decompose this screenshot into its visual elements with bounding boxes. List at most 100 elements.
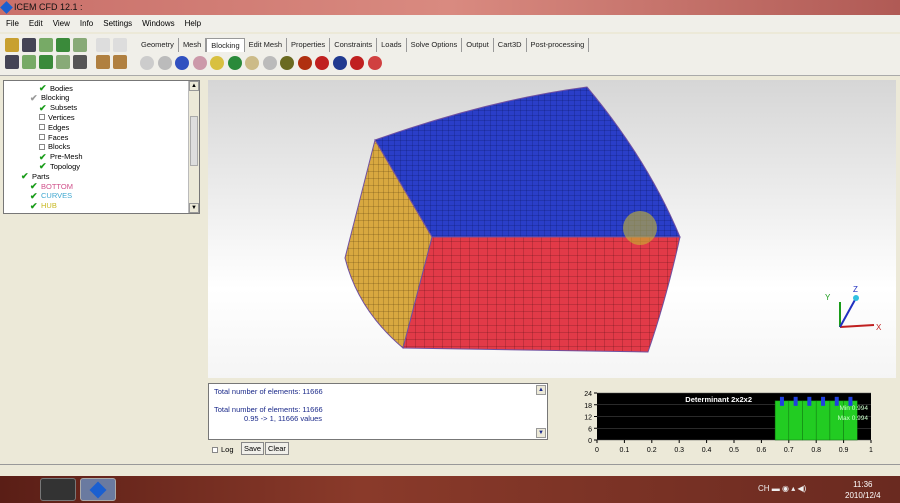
scroll-up-button[interactable]: ▲ bbox=[536, 385, 546, 395]
tree-scrollbar[interactable]: ▲ ▼ bbox=[188, 81, 199, 213]
toolbar-tool-icon[interactable] bbox=[73, 38, 87, 52]
tab-post-processing[interactable]: Post-processing bbox=[527, 38, 590, 52]
toolbar-tool-icon[interactable] bbox=[39, 55, 53, 69]
menu-windows[interactable]: Windows bbox=[142, 19, 174, 28]
tab-solve-options[interactable]: Solve Options bbox=[407, 38, 463, 52]
save-button[interactable]: Save bbox=[241, 442, 265, 455]
tree-item[interactable]: ✔ BOTTOM bbox=[30, 181, 73, 191]
tab-loads[interactable]: Loads bbox=[377, 38, 407, 52]
partial-check-icon[interactable]: ✔ bbox=[30, 93, 38, 102]
blocking-tool-icon[interactable] bbox=[280, 56, 294, 70]
tree-item[interactable]: ✔ Topology bbox=[39, 161, 80, 171]
tree-item[interactable]: ✔ Subsets bbox=[39, 103, 77, 113]
checkmark-icon[interactable]: ✔ bbox=[30, 201, 38, 210]
checkmark-icon[interactable]: ✔ bbox=[30, 191, 38, 200]
checkmark-icon[interactable]: ✔ bbox=[21, 172, 29, 181]
tree-item[interactable]: Vertices bbox=[39, 112, 75, 122]
tab-cart3d[interactable]: Cart3D bbox=[494, 38, 527, 52]
menu-info[interactable]: Info bbox=[80, 19, 93, 28]
blocking-tool-icon[interactable] bbox=[367, 56, 382, 70]
toolbar-tool-icon[interactable] bbox=[5, 55, 19, 69]
tree-item[interactable]: ✔ CURVES bbox=[30, 191, 72, 201]
toolbar-tool-icon[interactable] bbox=[56, 55, 70, 69]
checkmark-icon[interactable]: ✔ bbox=[30, 182, 38, 191]
blocking-tool-icon[interactable] bbox=[262, 56, 277, 70]
tab-constraints[interactable]: Constraints bbox=[330, 38, 378, 52]
tree-item[interactable]: ✔ Parts bbox=[21, 171, 50, 181]
checkbox[interactable] bbox=[39, 134, 45, 140]
taskbar-icem-button[interactable] bbox=[80, 478, 116, 501]
bar-marker bbox=[779, 396, 784, 406]
checkmark-icon[interactable]: ✔ bbox=[39, 84, 47, 93]
graphics-viewport[interactable]: Y Z X bbox=[208, 80, 896, 378]
mesh-model: Y Z X bbox=[344, 86, 882, 353]
window-title: ICEM CFD 12.1 : bbox=[14, 2, 83, 12]
toolbar-tool-icon[interactable] bbox=[39, 38, 53, 52]
toolbar-tool-icon[interactable] bbox=[22, 55, 36, 69]
histogram-bar bbox=[788, 400, 803, 441]
tab-edit-mesh[interactable]: Edit Mesh bbox=[245, 38, 287, 52]
tree-item[interactable]: Blocks bbox=[39, 142, 70, 152]
menu-edit[interactable]: Edit bbox=[29, 19, 43, 28]
tree-item[interactable]: ✔ Pre-Mesh bbox=[39, 152, 83, 162]
undo-icon[interactable] bbox=[96, 38, 110, 52]
tab-blocking[interactable]: Blocking bbox=[206, 38, 245, 52]
message-line: Total number of elements: 11666 bbox=[214, 405, 323, 414]
menu-settings[interactable]: Settings bbox=[103, 19, 132, 28]
scroll-thumb[interactable] bbox=[190, 116, 198, 166]
blocking-tool-icon[interactable] bbox=[227, 56, 242, 70]
toolbar-tool-icon[interactable] bbox=[5, 38, 19, 52]
blocking-tool-icon[interactable] bbox=[350, 56, 364, 70]
model-tree[interactable]: ▲ ▼ ✔ Bodies ✔ Blocking ✔ Subsets Vertices Edge… bbox=[3, 80, 200, 214]
blocking-tool-icon[interactable] bbox=[157, 56, 172, 70]
checkmark-icon[interactable]: ✔ bbox=[39, 162, 47, 171]
message-window[interactable]: Total number of elements: 11666 Total nu… bbox=[208, 383, 548, 440]
tab-properties[interactable]: Properties bbox=[287, 38, 331, 52]
checkbox[interactable] bbox=[39, 143, 45, 150]
tab-geometry[interactable]: Geometry bbox=[137, 38, 179, 52]
scroll-down-button[interactable]: ▼ bbox=[536, 428, 546, 438]
tray-icons[interactable]: CH ▬ ◉ ▴ ◀) bbox=[758, 484, 806, 493]
blocking-tool-icon[interactable] bbox=[297, 56, 312, 70]
blocking-tool-icon[interactable] bbox=[245, 56, 259, 70]
clear-button[interactable]: Clear bbox=[265, 442, 289, 455]
menu-view[interactable]: View bbox=[53, 19, 70, 28]
toolbar-tool-icon[interactable] bbox=[22, 38, 36, 52]
menu-help[interactable]: Help bbox=[185, 19, 201, 28]
tree-item[interactable]: ✔ Blocking bbox=[30, 93, 69, 103]
tree-item[interactable]: ✔ HUB bbox=[30, 201, 57, 211]
taskbar-terminal-button[interactable] bbox=[40, 478, 76, 501]
scroll-up-button[interactable]: ▲ bbox=[189, 81, 199, 91]
toolbar-tool-icon[interactable] bbox=[56, 38, 70, 52]
taskbar: CH ▬ ◉ ▴ ◀) 11:36 2010/12/4 bbox=[0, 476, 900, 503]
blocking-tool-icon[interactable] bbox=[175, 56, 189, 70]
view-tool-icon[interactable] bbox=[96, 55, 110, 69]
tab-output[interactable]: Output bbox=[462, 38, 494, 52]
x-tick-label: 0.3 bbox=[674, 447, 684, 454]
checkbox[interactable] bbox=[212, 446, 218, 453]
checkmark-icon[interactable]: ✔ bbox=[39, 152, 47, 161]
log-checkbox[interactable]: Log bbox=[212, 445, 234, 454]
scroll-down-button[interactable]: ▼ bbox=[189, 203, 199, 213]
menu-bar: File Edit View Info Settings Windows Help bbox=[0, 15, 900, 32]
tree-item[interactable]: ✔ Bodies bbox=[39, 83, 73, 93]
blocking-tool-icon[interactable] bbox=[332, 56, 347, 70]
menu-file[interactable]: File bbox=[6, 19, 19, 28]
clock[interactable]: 11:36 2010/12/4 bbox=[845, 479, 881, 501]
app-logo-icon bbox=[0, 1, 13, 14]
blocking-tool-icon[interactable] bbox=[315, 56, 329, 70]
toolbar-tool-icon[interactable] bbox=[73, 55, 87, 69]
blocking-tool-icon[interactable] bbox=[210, 56, 224, 70]
checkbox[interactable] bbox=[39, 124, 45, 131]
tree-item[interactable]: Edges bbox=[39, 122, 69, 132]
blocking-tool-icon[interactable] bbox=[192, 56, 207, 70]
histogram-bar bbox=[774, 400, 790, 441]
tab-mesh[interactable]: Mesh bbox=[179, 38, 207, 52]
icem-icon bbox=[89, 481, 107, 499]
checkmark-icon[interactable]: ✔ bbox=[39, 103, 47, 112]
checkbox[interactable] bbox=[39, 114, 45, 121]
redo-icon[interactable] bbox=[113, 38, 127, 52]
blocking-tool-icon[interactable] bbox=[140, 56, 154, 70]
tree-item[interactable]: Faces bbox=[39, 132, 68, 142]
view-tool-icon[interactable] bbox=[113, 55, 127, 69]
